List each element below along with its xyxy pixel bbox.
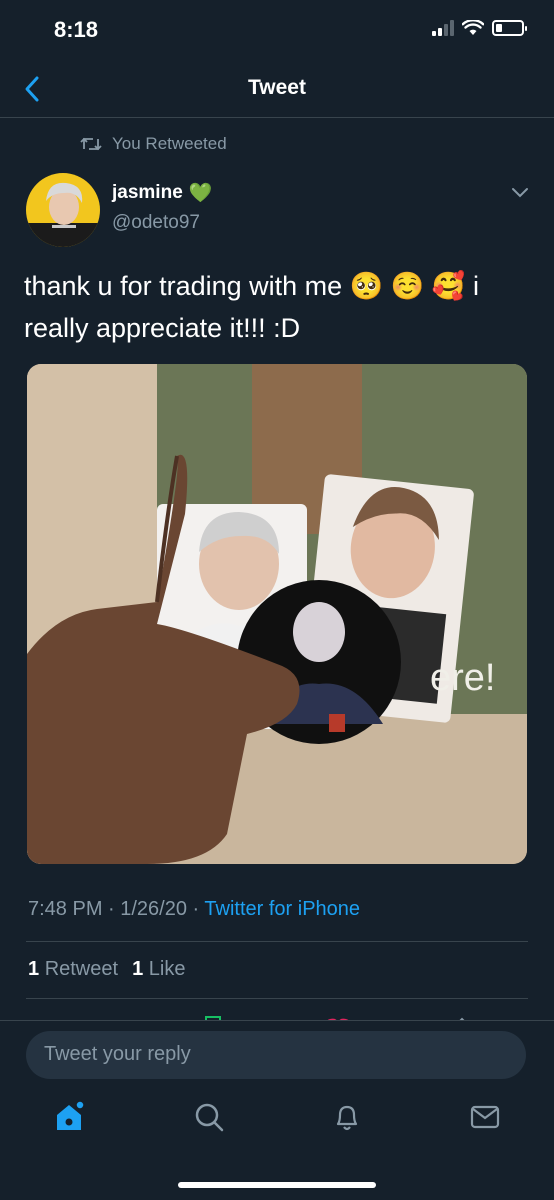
tweet-text: thank u for trading with me 🥺 ☺️ 🥰 i rea… <box>24 271 480 343</box>
green-heart-emoji: 💚 <box>188 183 213 204</box>
nav-bar: Tweet <box>0 60 554 118</box>
status-time: 8:18 <box>54 17 99 42</box>
battery-icon <box>492 20 527 36</box>
tweet-detail-screen: 8:18 Tweet You Retweeted jasmine 💚 @odet… <box>0 0 554 1200</box>
notifications-icon[interactable] <box>330 1100 364 1134</box>
wifi-icon <box>462 20 484 35</box>
search-icon[interactable] <box>192 1100 226 1134</box>
retweet-count-link[interactable]: 1 Retweet <box>28 958 118 981</box>
status-bar: 8:18 <box>0 0 554 60</box>
reply-input[interactable]: Tweet your reply <box>26 1031 526 1079</box>
author-handle[interactable]: @odeto97 <box>112 212 200 234</box>
tweet-stats: 1 Retweet 1 Like <box>28 958 185 981</box>
retweet-context[interactable]: You Retweeted <box>80 134 227 154</box>
photo-text: ere! <box>430 657 495 699</box>
retweet-context-label: You Retweeted <box>112 134 227 153</box>
avatar[interactable] <box>26 173 100 247</box>
author-name-text: jasmine <box>112 182 183 203</box>
home-indicator <box>178 1182 376 1188</box>
retweet-count: 1 <box>28 958 40 980</box>
page-title: Tweet <box>248 76 306 99</box>
timestamp-text: 7:48 PM · 1/26/20 · <box>28 898 205 920</box>
home-icon[interactable] <box>52 1100 86 1134</box>
like-label: Like <box>148 958 186 980</box>
tweet-timestamp: 7:48 PM · 1/26/20 · Twitter for iPhone <box>28 898 360 921</box>
battery-level <box>496 24 502 32</box>
messages-icon[interactable] <box>468 1100 502 1134</box>
divider <box>26 998 528 999</box>
status-icons <box>432 20 527 36</box>
divider <box>26 941 528 942</box>
chevron-down-icon[interactable] <box>510 186 530 200</box>
tweet-photo[interactable]: ere! <box>27 364 527 864</box>
retweet-label: Retweet <box>44 958 119 980</box>
tab-bar <box>0 1080 554 1170</box>
like-count-link[interactable]: 1 Like <box>132 958 185 981</box>
like-count: 1 <box>132 958 144 980</box>
retweet-icon <box>80 137 102 151</box>
author-name[interactable]: jasmine 💚 <box>112 181 212 205</box>
cellular-signal-icon <box>432 20 454 36</box>
tweet-source-link[interactable]: Twitter for iPhone <box>204 898 360 920</box>
